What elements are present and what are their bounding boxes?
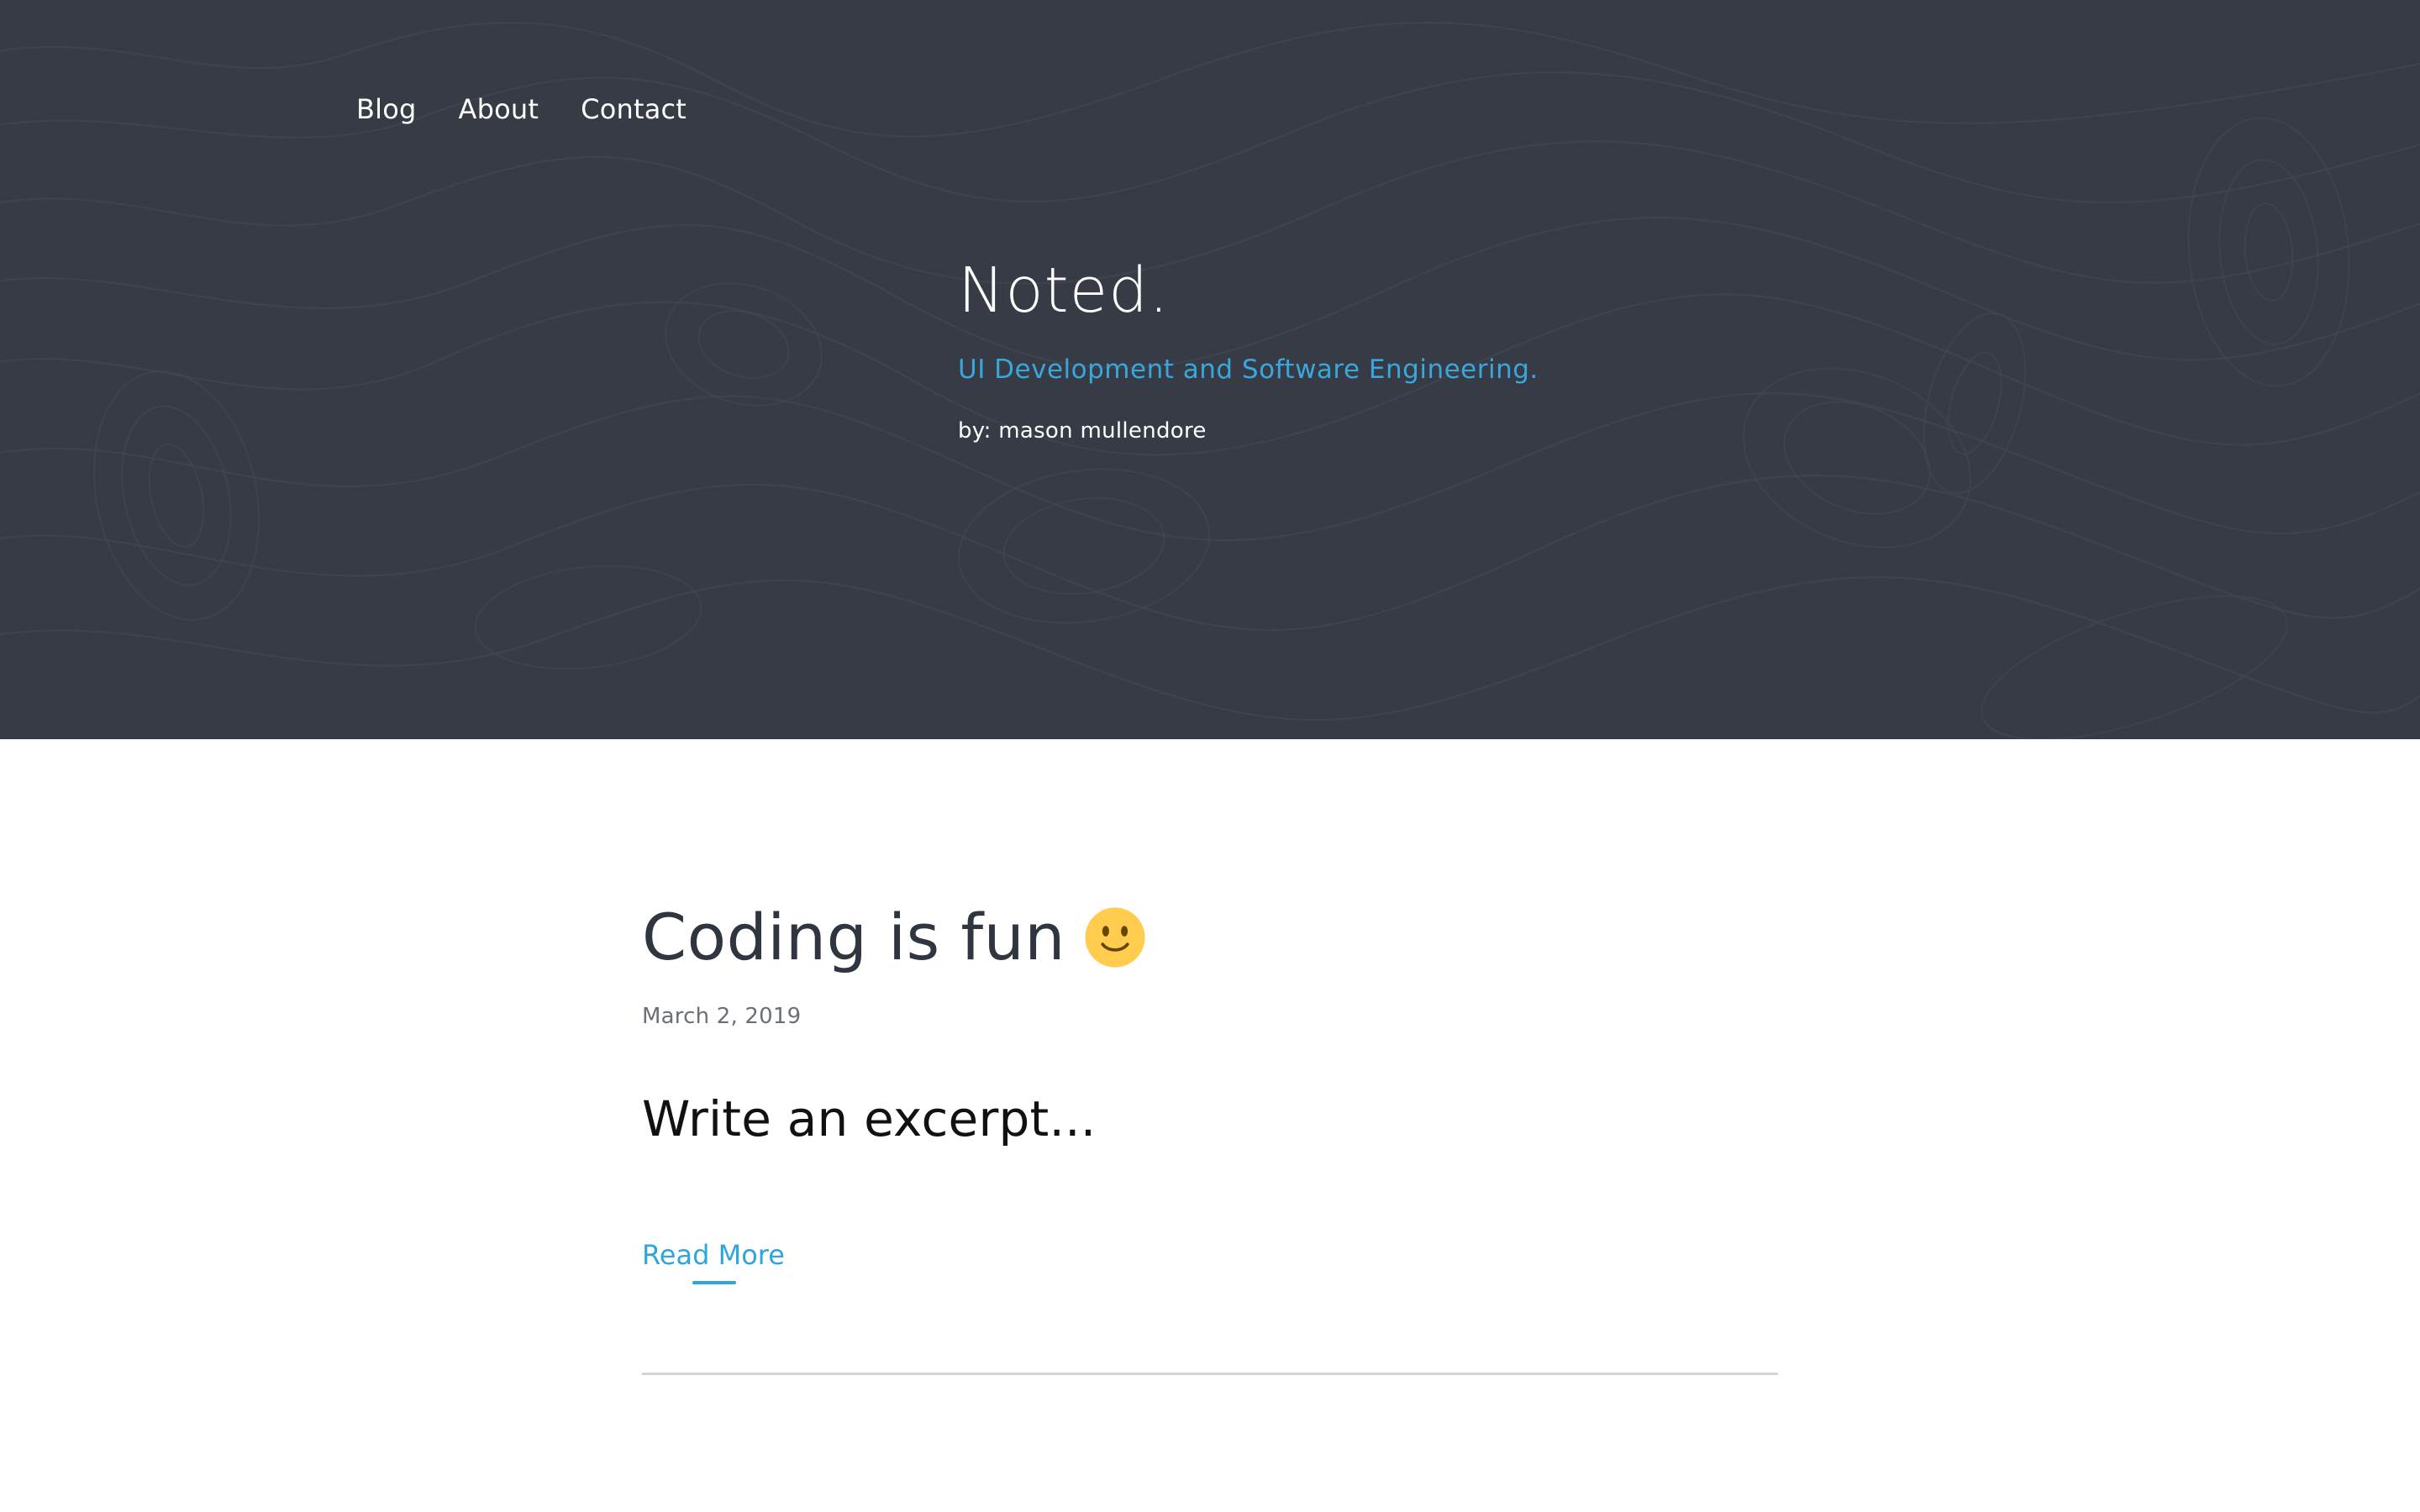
- smiling-face-icon: [1085, 907, 1145, 968]
- hero-banner: Blog About Contact Noted. UI Development…: [0, 0, 2420, 739]
- blog-post-preview: Coding is fun March 2, 2019 Write an exc…: [642, 878, 1778, 1284]
- site-tagline: UI Development and Software Engineering.: [958, 354, 1539, 385]
- post-date: March 2, 2019: [642, 1004, 802, 1029]
- post-excerpt: Write an excerpt...: [642, 1090, 1097, 1147]
- nav-link-blog[interactable]: Blog: [356, 87, 417, 131]
- site-branding: Noted. UI Development and Software Engin…: [958, 250, 1539, 445]
- nav-link-about[interactable]: About: [459, 87, 539, 131]
- author-byline: by: mason mullendore: [958, 418, 1207, 444]
- post-title-row: Coding is fun: [642, 878, 1778, 997]
- post-divider: [642, 1373, 1778, 1375]
- site-title: Noted.: [958, 255, 1170, 327]
- post-title: Coding is fun: [642, 900, 1065, 974]
- blog-post-list: Coding is fun March 2, 2019 Write an exc…: [642, 878, 1778, 1284]
- read-more-link[interactable]: Read More: [642, 1237, 785, 1284]
- nav-link-contact[interactable]: Contact: [581, 87, 687, 131]
- main-navigation: Blog About Contact: [356, 87, 687, 131]
